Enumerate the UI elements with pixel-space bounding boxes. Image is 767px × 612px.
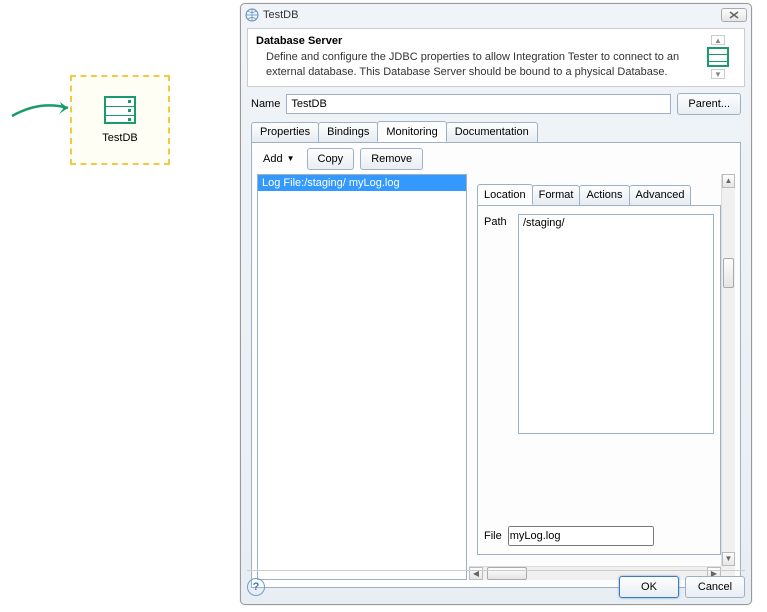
header-description: Define and configure the JDBC properties… (256, 50, 692, 80)
arrow-icon (10, 100, 75, 120)
copy-button[interactable]: Copy (307, 148, 355, 170)
testdb-node[interactable]: TestDB (70, 75, 170, 165)
header-band: Database Server Define and configure the… (247, 28, 745, 87)
name-input[interactable] (286, 94, 671, 114)
globe-icon (245, 8, 259, 22)
file-input[interactable] (508, 526, 654, 546)
header-scroll-down[interactable]: ▼ (711, 69, 725, 79)
scroll-down-icon[interactable]: ▼ (722, 552, 735, 566)
add-button-label: Add (263, 153, 283, 165)
name-label: Name (251, 98, 280, 110)
sub-tab-actions[interactable]: Actions (579, 185, 629, 206)
scroll-thumb[interactable] (723, 258, 734, 288)
sub-tabs: Location Format Actions Advanced (477, 184, 721, 205)
sub-tab-location[interactable]: Location (477, 184, 533, 205)
database-icon (707, 47, 729, 67)
monitor-list[interactable]: Log File:/staging/ myLog.log (257, 174, 467, 580)
vertical-scrollbar[interactable]: ▲ ▼ (721, 174, 735, 566)
database-icon (104, 96, 136, 124)
add-button[interactable]: Add ▼ (257, 148, 301, 170)
scroll-up-icon[interactable]: ▲ (722, 174, 735, 188)
testdb-node-label: TestDB (102, 132, 137, 144)
main-tabs: Properties Bindings Monitoring Documenta… (251, 121, 741, 142)
list-item[interactable]: Log File:/staging/ myLog.log (258, 175, 466, 191)
dialog-title: TestDB (263, 9, 721, 21)
ok-button[interactable]: OK (619, 576, 679, 598)
tab-bindings[interactable]: Bindings (318, 122, 378, 143)
tab-monitoring[interactable]: Monitoring (377, 121, 446, 142)
help-button[interactable]: ? (247, 578, 265, 596)
tab-content-monitoring: Add ▼ Copy Remove Log File:/staging/ myL… (251, 142, 741, 588)
remove-button[interactable]: Remove (360, 148, 423, 170)
titlebar[interactable]: TestDB (241, 4, 751, 26)
tab-properties[interactable]: Properties (251, 122, 319, 143)
header-scroll-up[interactable]: ▲ (711, 35, 725, 45)
cancel-button[interactable]: Cancel (685, 576, 745, 598)
path-input[interactable] (518, 214, 714, 434)
chevron-down-icon: ▼ (287, 154, 295, 163)
file-label: File (484, 530, 502, 542)
testdb-dialog: TestDB Database Server Define and config… (240, 3, 752, 605)
path-label: Path (484, 214, 512, 434)
parent-button[interactable]: Parent... (677, 93, 741, 115)
sub-tab-advanced[interactable]: Advanced (629, 185, 692, 206)
dialog-footer: ? OK Cancel (247, 570, 745, 598)
tab-documentation[interactable]: Documentation (446, 122, 538, 143)
sub-tab-format[interactable]: Format (532, 185, 581, 206)
close-icon (729, 11, 739, 19)
close-button[interactable] (721, 8, 747, 22)
header-title: Database Server (256, 35, 692, 47)
